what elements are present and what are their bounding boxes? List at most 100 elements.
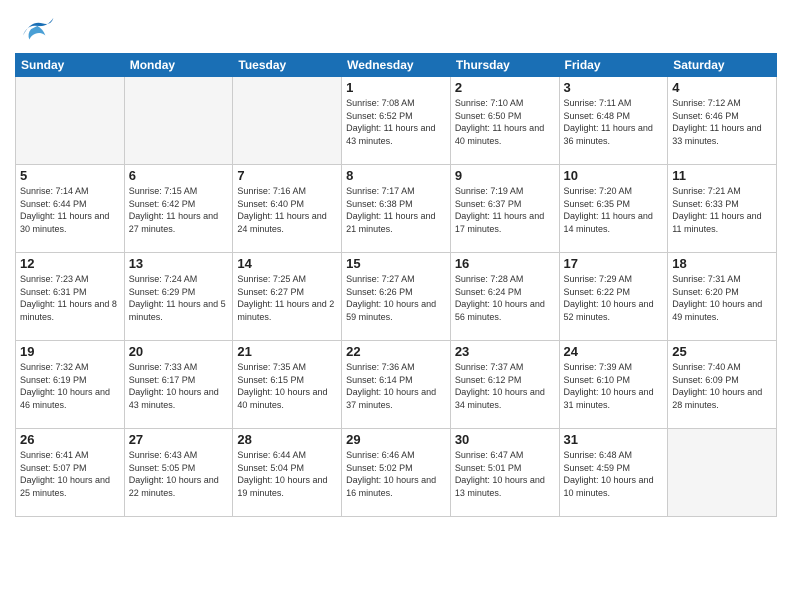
day-number: 14 bbox=[237, 256, 337, 271]
day-info: Sunrise: 7:36 AM Sunset: 6:14 PM Dayligh… bbox=[346, 361, 446, 411]
day-info: Sunrise: 6:46 AM Sunset: 5:02 PM Dayligh… bbox=[346, 449, 446, 499]
calendar-cell: 28 Sunrise: 6:44 AM Sunset: 5:04 PM Dayl… bbox=[233, 429, 342, 517]
calendar-cell: 4 Sunrise: 7:12 AM Sunset: 6:46 PM Dayli… bbox=[668, 77, 777, 165]
day-number: 30 bbox=[455, 432, 555, 447]
calendar-cell: 7 Sunrise: 7:16 AM Sunset: 6:40 PM Dayli… bbox=[233, 165, 342, 253]
calendar-cell: 23 Sunrise: 7:37 AM Sunset: 6:12 PM Dayl… bbox=[450, 341, 559, 429]
col-thursday: Thursday bbox=[450, 54, 559, 77]
day-info: Sunrise: 7:21 AM Sunset: 6:33 PM Dayligh… bbox=[672, 185, 772, 235]
day-number: 8 bbox=[346, 168, 446, 183]
day-number: 21 bbox=[237, 344, 337, 359]
day-info: Sunrise: 6:41 AM Sunset: 5:07 PM Dayligh… bbox=[20, 449, 120, 499]
calendar-row-3: 19 Sunrise: 7:32 AM Sunset: 6:19 PM Dayl… bbox=[16, 341, 777, 429]
col-saturday: Saturday bbox=[668, 54, 777, 77]
calendar-cell: 25 Sunrise: 7:40 AM Sunset: 6:09 PM Dayl… bbox=[668, 341, 777, 429]
logo bbox=[15, 10, 59, 45]
day-number: 13 bbox=[129, 256, 229, 271]
day-number: 24 bbox=[564, 344, 664, 359]
logo-icon bbox=[15, 10, 55, 45]
calendar-cell: 22 Sunrise: 7:36 AM Sunset: 6:14 PM Dayl… bbox=[342, 341, 451, 429]
day-number: 4 bbox=[672, 80, 772, 95]
day-number: 11 bbox=[672, 168, 772, 183]
day-number: 26 bbox=[20, 432, 120, 447]
calendar-cell: 1 Sunrise: 7:08 AM Sunset: 6:52 PM Dayli… bbox=[342, 77, 451, 165]
day-number: 15 bbox=[346, 256, 446, 271]
calendar-cell: 10 Sunrise: 7:20 AM Sunset: 6:35 PM Dayl… bbox=[559, 165, 668, 253]
calendar-cell: 24 Sunrise: 7:39 AM Sunset: 6:10 PM Dayl… bbox=[559, 341, 668, 429]
day-info: Sunrise: 7:10 AM Sunset: 6:50 PM Dayligh… bbox=[455, 97, 555, 147]
day-number: 6 bbox=[129, 168, 229, 183]
calendar-cell: 12 Sunrise: 7:23 AM Sunset: 6:31 PM Dayl… bbox=[16, 253, 125, 341]
day-info: Sunrise: 7:32 AM Sunset: 6:19 PM Dayligh… bbox=[20, 361, 120, 411]
day-number: 1 bbox=[346, 80, 446, 95]
calendar-cell: 3 Sunrise: 7:11 AM Sunset: 6:48 PM Dayli… bbox=[559, 77, 668, 165]
day-info: Sunrise: 7:12 AM Sunset: 6:46 PM Dayligh… bbox=[672, 97, 772, 147]
header bbox=[15, 10, 777, 45]
day-info: Sunrise: 7:27 AM Sunset: 6:26 PM Dayligh… bbox=[346, 273, 446, 323]
calendar-row-4: 26 Sunrise: 6:41 AM Sunset: 5:07 PM Dayl… bbox=[16, 429, 777, 517]
day-number: 28 bbox=[237, 432, 337, 447]
calendar-cell: 13 Sunrise: 7:24 AM Sunset: 6:29 PM Dayl… bbox=[124, 253, 233, 341]
calendar-cell: 21 Sunrise: 7:35 AM Sunset: 6:15 PM Dayl… bbox=[233, 341, 342, 429]
calendar-table: Sunday Monday Tuesday Wednesday Thursday… bbox=[15, 53, 777, 517]
calendar-cell: 2 Sunrise: 7:10 AM Sunset: 6:50 PM Dayli… bbox=[450, 77, 559, 165]
calendar-cell: 27 Sunrise: 6:43 AM Sunset: 5:05 PM Dayl… bbox=[124, 429, 233, 517]
day-info: Sunrise: 7:37 AM Sunset: 6:12 PM Dayligh… bbox=[455, 361, 555, 411]
day-info: Sunrise: 7:14 AM Sunset: 6:44 PM Dayligh… bbox=[20, 185, 120, 235]
calendar-cell: 20 Sunrise: 7:33 AM Sunset: 6:17 PM Dayl… bbox=[124, 341, 233, 429]
day-info: Sunrise: 6:48 AM Sunset: 4:59 PM Dayligh… bbox=[564, 449, 664, 499]
day-number: 22 bbox=[346, 344, 446, 359]
calendar-cell: 30 Sunrise: 6:47 AM Sunset: 5:01 PM Dayl… bbox=[450, 429, 559, 517]
calendar-cell: 14 Sunrise: 7:25 AM Sunset: 6:27 PM Dayl… bbox=[233, 253, 342, 341]
calendar-cell bbox=[668, 429, 777, 517]
day-info: Sunrise: 7:23 AM Sunset: 6:31 PM Dayligh… bbox=[20, 273, 120, 323]
day-info: Sunrise: 7:08 AM Sunset: 6:52 PM Dayligh… bbox=[346, 97, 446, 147]
day-info: Sunrise: 6:44 AM Sunset: 5:04 PM Dayligh… bbox=[237, 449, 337, 499]
day-number: 5 bbox=[20, 168, 120, 183]
day-number: 31 bbox=[564, 432, 664, 447]
calendar-cell: 11 Sunrise: 7:21 AM Sunset: 6:33 PM Dayl… bbox=[668, 165, 777, 253]
day-info: Sunrise: 7:29 AM Sunset: 6:22 PM Dayligh… bbox=[564, 273, 664, 323]
calendar-cell: 26 Sunrise: 6:41 AM Sunset: 5:07 PM Dayl… bbox=[16, 429, 125, 517]
calendar-row-2: 12 Sunrise: 7:23 AM Sunset: 6:31 PM Dayl… bbox=[16, 253, 777, 341]
col-wednesday: Wednesday bbox=[342, 54, 451, 77]
day-info: Sunrise: 7:31 AM Sunset: 6:20 PM Dayligh… bbox=[672, 273, 772, 323]
calendar-row-0: 1 Sunrise: 7:08 AM Sunset: 6:52 PM Dayli… bbox=[16, 77, 777, 165]
day-number: 10 bbox=[564, 168, 664, 183]
day-info: Sunrise: 7:33 AM Sunset: 6:17 PM Dayligh… bbox=[129, 361, 229, 411]
day-number: 20 bbox=[129, 344, 229, 359]
page-container: Sunday Monday Tuesday Wednesday Thursday… bbox=[0, 0, 792, 612]
col-friday: Friday bbox=[559, 54, 668, 77]
day-number: 19 bbox=[20, 344, 120, 359]
calendar-cell: 15 Sunrise: 7:27 AM Sunset: 6:26 PM Dayl… bbox=[342, 253, 451, 341]
calendar-cell: 29 Sunrise: 6:46 AM Sunset: 5:02 PM Dayl… bbox=[342, 429, 451, 517]
calendar-cell: 18 Sunrise: 7:31 AM Sunset: 6:20 PM Dayl… bbox=[668, 253, 777, 341]
calendar-cell: 9 Sunrise: 7:19 AM Sunset: 6:37 PM Dayli… bbox=[450, 165, 559, 253]
calendar-cell: 8 Sunrise: 7:17 AM Sunset: 6:38 PM Dayli… bbox=[342, 165, 451, 253]
day-info: Sunrise: 7:40 AM Sunset: 6:09 PM Dayligh… bbox=[672, 361, 772, 411]
day-info: Sunrise: 7:25 AM Sunset: 6:27 PM Dayligh… bbox=[237, 273, 337, 323]
day-number: 27 bbox=[129, 432, 229, 447]
calendar-cell: 19 Sunrise: 7:32 AM Sunset: 6:19 PM Dayl… bbox=[16, 341, 125, 429]
col-monday: Monday bbox=[124, 54, 233, 77]
calendar-cell: 6 Sunrise: 7:15 AM Sunset: 6:42 PM Dayli… bbox=[124, 165, 233, 253]
day-number: 2 bbox=[455, 80, 555, 95]
day-info: Sunrise: 6:43 AM Sunset: 5:05 PM Dayligh… bbox=[129, 449, 229, 499]
day-info: Sunrise: 7:15 AM Sunset: 6:42 PM Dayligh… bbox=[129, 185, 229, 235]
day-number: 12 bbox=[20, 256, 120, 271]
col-sunday: Sunday bbox=[16, 54, 125, 77]
calendar-cell: 16 Sunrise: 7:28 AM Sunset: 6:24 PM Dayl… bbox=[450, 253, 559, 341]
day-number: 23 bbox=[455, 344, 555, 359]
day-number: 25 bbox=[672, 344, 772, 359]
day-info: Sunrise: 6:47 AM Sunset: 5:01 PM Dayligh… bbox=[455, 449, 555, 499]
calendar-cell: 17 Sunrise: 7:29 AM Sunset: 6:22 PM Dayl… bbox=[559, 253, 668, 341]
day-info: Sunrise: 7:39 AM Sunset: 6:10 PM Dayligh… bbox=[564, 361, 664, 411]
calendar-cell bbox=[233, 77, 342, 165]
calendar-cell: 31 Sunrise: 6:48 AM Sunset: 4:59 PM Dayl… bbox=[559, 429, 668, 517]
calendar-row-1: 5 Sunrise: 7:14 AM Sunset: 6:44 PM Dayli… bbox=[16, 165, 777, 253]
day-info: Sunrise: 7:11 AM Sunset: 6:48 PM Dayligh… bbox=[564, 97, 664, 147]
day-info: Sunrise: 7:35 AM Sunset: 6:15 PM Dayligh… bbox=[237, 361, 337, 411]
day-info: Sunrise: 7:20 AM Sunset: 6:35 PM Dayligh… bbox=[564, 185, 664, 235]
day-number: 29 bbox=[346, 432, 446, 447]
calendar-header-row: Sunday Monday Tuesday Wednesday Thursday… bbox=[16, 54, 777, 77]
